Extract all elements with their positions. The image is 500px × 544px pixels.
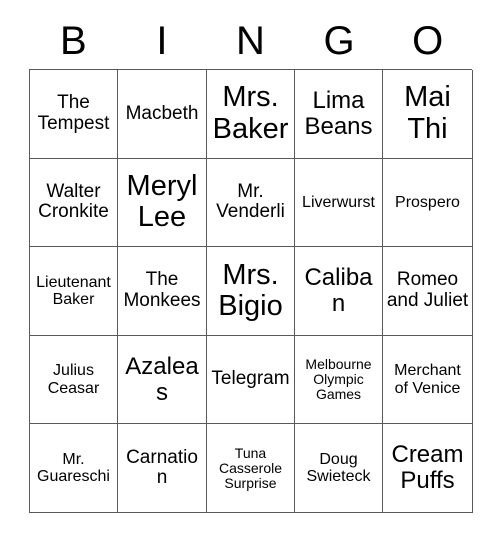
- bingo-cell[interactable]: Julius Ceasar: [30, 335, 118, 425]
- bingo-cell[interactable]: Lima Beans: [295, 70, 383, 159]
- bingo-cell-label: Azaleas: [125, 352, 199, 406]
- bingo-cell[interactable]: Liverwurst: [295, 158, 383, 248]
- bingo-cell[interactable]: Macbeth: [118, 70, 207, 159]
- bingo-cell[interactable]: Mrs. Baker: [207, 70, 295, 159]
- bingo-cell[interactable]: Prospero: [383, 158, 473, 248]
- bingo-cell-label: Cream Puffs: [391, 441, 464, 495]
- bingo-cell[interactable]: Romeo and Juliet: [383, 247, 473, 336]
- bingo-cell[interactable]: Telegram: [207, 335, 295, 425]
- bingo-header-letter-i: I: [156, 18, 168, 63]
- bingo-cell[interactable]: Meryl Lee: [118, 158, 207, 248]
- bingo-cell-label: Liverwurst: [302, 193, 375, 211]
- bingo-cell-label: The Tempest: [37, 92, 110, 134]
- bingo-cell-label: Meryl Lee: [126, 170, 198, 234]
- bingo-cell[interactable]: Mrs. Bigio: [207, 247, 295, 336]
- bingo-header-letter-n: N: [236, 18, 265, 63]
- bingo-cell-label: Prospero: [395, 193, 460, 211]
- bingo-cell[interactable]: Cream Puffs: [383, 424, 473, 513]
- bingo-cell[interactable]: Tuna Casserole Surprise: [207, 424, 295, 513]
- bingo-cell[interactable]: Caliban: [295, 247, 383, 336]
- bingo-cell-label: Mrs. Bigio: [218, 258, 283, 322]
- bingo-cell[interactable]: The Tempest: [30, 70, 118, 159]
- bingo-cell-label: Romeo and Juliet: [386, 269, 469, 311]
- bingo-cell[interactable]: Lieutenant Baker: [30, 247, 118, 336]
- bingo-cell-label: Doug Swieteck: [306, 450, 371, 486]
- bingo-cell-label: The Monkees: [123, 269, 201, 311]
- bingo-cell[interactable]: Merchant of Venice: [383, 335, 473, 425]
- bingo-cell-label: Telegram: [211, 368, 290, 390]
- bingo-cell-label: Mai Thi: [404, 81, 451, 145]
- bingo-cell[interactable]: The Monkees: [118, 247, 207, 336]
- bingo-cell-label: Mrs. Baker: [212, 81, 289, 145]
- bingo-header-letter-b: B: [59, 18, 87, 63]
- bingo-cell-label: Mr. Guareschi: [37, 450, 110, 486]
- bingo-card: B I N G O The Tempest Macbeth Mrs. Baker Lima B…: [0, 0, 500, 544]
- bingo-cell-label: Julius Ceasar: [47, 362, 100, 397]
- bingo-cell-label: Caliban: [304, 264, 373, 317]
- bingo-cell[interactable]: Doug Swieteck: [295, 424, 383, 513]
- bingo-cell[interactable]: Azaleas: [118, 335, 207, 425]
- bingo-cell-label: Carnation: [126, 446, 198, 489]
- bingo-cell-label: Macbeth: [125, 102, 199, 124]
- bingo-cell-label: Melbourne Olympic Games: [305, 355, 372, 403]
- bingo-header-row: BINGO: [29, 12, 472, 69]
- bingo-header-letter-g: G: [323, 18, 355, 63]
- bingo-cell-label: Walter Cronkite: [38, 180, 109, 223]
- bingo-cell[interactable]: Carnation: [118, 424, 207, 513]
- bingo-cell[interactable]: Melbourne Olympic Games: [295, 335, 383, 425]
- bingo-cell-label: Merchant of Venice: [394, 362, 461, 397]
- bingo-cell[interactable]: Mai Thi: [383, 70, 473, 159]
- bingo-cell[interactable]: Walter Cronkite: [30, 158, 118, 248]
- bingo-cell[interactable]: Mr. Guareschi: [30, 424, 118, 513]
- bingo-cell-label: Mr. Venderli: [216, 180, 285, 223]
- bingo-cell-label: Lima Beans: [304, 86, 373, 140]
- bingo-cell-label: Lieutenant Baker: [36, 273, 111, 308]
- bingo-grid: The Tempest Macbeth Mrs. Baker Lima Beans Ma…: [29, 69, 473, 513]
- bingo-cell[interactable]: Mr. Venderli: [207, 158, 295, 248]
- bingo-header-letter-o: O: [412, 18, 444, 63]
- bingo-cell-label: Tuna Casserole Surprise: [218, 444, 283, 491]
